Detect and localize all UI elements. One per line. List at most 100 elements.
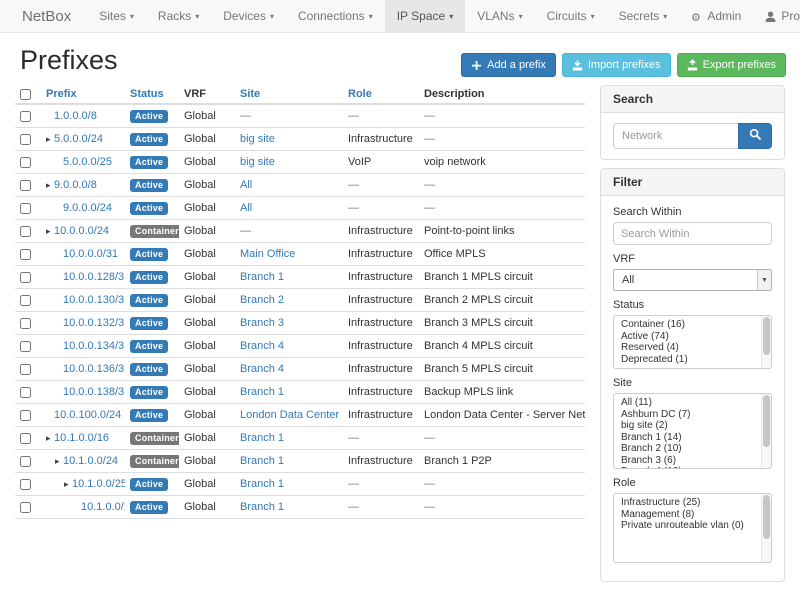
- row-checkbox[interactable]: [20, 433, 31, 444]
- prefix-link[interactable]: 9.0.0.0/8: [54, 179, 97, 191]
- prefix-link[interactable]: 10.0.0.138/31: [63, 386, 125, 398]
- export-prefixes-button[interactable]: Export prefixes: [677, 53, 786, 77]
- row-checkbox[interactable]: [20, 157, 31, 168]
- site-link[interactable]: All: [240, 179, 252, 191]
- expand-caret-icon[interactable]: ▸: [55, 454, 63, 468]
- row-checkbox[interactable]: [20, 410, 31, 421]
- expand-caret-icon[interactable]: ▸: [46, 224, 54, 238]
- site-link[interactable]: Branch 1: [240, 432, 284, 444]
- expand-caret-icon[interactable]: ▸: [46, 178, 54, 192]
- site-link[interactable]: Branch 2: [240, 294, 284, 306]
- row-checkbox[interactable]: [20, 226, 31, 237]
- column-header-role[interactable]: Role: [343, 85, 419, 104]
- row-checkbox[interactable]: [20, 180, 31, 191]
- row-checkbox[interactable]: [20, 111, 31, 122]
- search-button[interactable]: [738, 123, 772, 149]
- row-checkbox[interactable]: [20, 272, 31, 283]
- prefix-link[interactable]: 10.0.0.134/31: [63, 340, 125, 352]
- expand-caret-icon[interactable]: ▸: [46, 431, 54, 445]
- site-link[interactable]: Branch 3: [240, 317, 284, 329]
- search-within-input[interactable]: [613, 222, 772, 245]
- scrollbar-thumb[interactable]: [763, 395, 770, 447]
- select-all-checkbox[interactable]: [20, 89, 31, 100]
- listbox-option[interactable]: Branch 1 (14): [614, 432, 759, 444]
- site-link[interactable]: Branch 1: [240, 478, 284, 490]
- site-link[interactable]: big site: [240, 156, 275, 168]
- prefix-link[interactable]: 10.0.0.0/24: [54, 225, 109, 237]
- column-header-prefix[interactable]: Prefix: [41, 85, 125, 104]
- search-input[interactable]: [613, 123, 738, 149]
- prefix-link[interactable]: 1.0.0.0/8: [54, 110, 97, 122]
- listbox-option[interactable]: Deprecated (1): [614, 354, 759, 366]
- nav-item-admin[interactable]: ⚙Admin: [679, 0, 753, 32]
- site-link[interactable]: Branch 1: [240, 455, 284, 467]
- nav-item-connections[interactable]: Connections▾: [286, 0, 385, 32]
- add-a-prefix-button[interactable]: Add a prefix: [461, 53, 556, 77]
- nav-item-racks[interactable]: Racks▾: [146, 0, 211, 32]
- prefix-link[interactable]: 10.1.0.0/24: [63, 455, 118, 467]
- row-checkbox[interactable]: [20, 249, 31, 260]
- row-checkbox[interactable]: [20, 479, 31, 490]
- prefix-link[interactable]: 10.0.0.0/31: [63, 248, 118, 260]
- site-listbox[interactable]: All (11)Ashburn DC (7)big site (2)Branch…: [613, 393, 772, 469]
- listbox-option[interactable]: Active (74): [614, 331, 759, 343]
- nav-item-profile[interactable]: Profile: [753, 0, 800, 32]
- column-header-status[interactable]: Status: [125, 85, 179, 104]
- expand-caret-icon[interactable]: ▸: [46, 132, 54, 146]
- row-checkbox[interactable]: [20, 364, 31, 375]
- prefix-link[interactable]: 10.1.0.0/25: [72, 478, 125, 490]
- listbox-option[interactable]: Reserved (4): [614, 342, 759, 354]
- prefix-link[interactable]: 10.1.0.0/16: [54, 432, 109, 444]
- site-link[interactable]: Branch 1: [240, 271, 284, 283]
- listbox-option[interactable]: big site (2): [614, 420, 759, 432]
- listbox-option[interactable]: All (11): [614, 397, 759, 409]
- import-prefixes-button[interactable]: Import prefixes: [562, 53, 671, 77]
- listbox-option[interactable]: Branch 2 (10): [614, 443, 759, 455]
- nav-item-vlans[interactable]: VLANs▾: [465, 0, 534, 32]
- listbox-option[interactable]: Ashburn DC (7): [614, 409, 759, 421]
- scrollbar-thumb[interactable]: [763, 317, 770, 355]
- listbox-option[interactable]: Management (8): [614, 509, 759, 521]
- prefix-link[interactable]: 10.0.0.132/31: [63, 317, 125, 329]
- site-link[interactable]: Branch 1: [240, 501, 284, 513]
- row-checkbox[interactable]: [20, 203, 31, 214]
- prefix-link[interactable]: 10.0.0.128/31: [63, 271, 125, 283]
- listbox-option[interactable]: Private unrouteable vlan (0): [614, 520, 759, 532]
- prefix-link[interactable]: 5.0.0.0/25: [63, 156, 112, 168]
- prefix-link[interactable]: 10.0.0.130/31: [63, 294, 125, 306]
- row-checkbox[interactable]: [20, 134, 31, 145]
- row-checkbox[interactable]: [20, 341, 31, 352]
- site-link[interactable]: Main Office: [240, 248, 295, 260]
- row-checkbox[interactable]: [20, 456, 31, 467]
- listbox-option[interactable]: Infrastructure (25): [614, 497, 759, 509]
- row-checkbox[interactable]: [20, 318, 31, 329]
- site-link[interactable]: big site: [240, 133, 275, 145]
- nav-item-secrets[interactable]: Secrets▾: [607, 0, 680, 32]
- row-checkbox[interactable]: [20, 387, 31, 398]
- prefix-link[interactable]: 9.0.0.0/24: [63, 202, 112, 214]
- vrf-select[interactable]: All ▼: [613, 269, 772, 291]
- prefix-link[interactable]: 5.0.0.0/24: [54, 133, 103, 145]
- nav-item-devices[interactable]: Devices▾: [211, 0, 286, 32]
- column-header-site[interactable]: Site: [235, 85, 343, 104]
- brand-link[interactable]: NetBox: [0, 0, 87, 32]
- listbox-option[interactable]: Branch 4 (12): [614, 466, 759, 469]
- site-link[interactable]: Branch 4: [240, 363, 284, 375]
- nav-item-sites[interactable]: Sites▾: [87, 0, 146, 32]
- status-listbox[interactable]: Container (16)Active (74)Reserved (4)Dep…: [613, 315, 772, 369]
- prefix-link[interactable]: 10.0.0.136/31: [63, 363, 125, 375]
- role-listbox[interactable]: Infrastructure (25)Management (8)Private…: [613, 493, 772, 563]
- row-checkbox[interactable]: [20, 295, 31, 306]
- site-link[interactable]: Branch 4: [240, 340, 284, 352]
- nav-item-ip-space[interactable]: IP Space▾: [385, 0, 466, 32]
- prefix-link[interactable]: 10.1.0.0/26: [81, 501, 125, 513]
- expand-caret-icon[interactable]: ▸: [64, 477, 72, 491]
- site-link[interactable]: All: [240, 202, 252, 214]
- site-link[interactable]: Branch 1: [240, 386, 284, 398]
- listbox-option[interactable]: Branch 3 (6): [614, 455, 759, 467]
- nav-item-circuits[interactable]: Circuits▾: [535, 0, 607, 32]
- scrollbar-thumb[interactable]: [763, 495, 770, 539]
- listbox-option[interactable]: Container (16): [614, 319, 759, 331]
- site-link[interactable]: London Data Center: [240, 409, 339, 421]
- prefix-link[interactable]: 10.0.100.0/24: [54, 409, 121, 421]
